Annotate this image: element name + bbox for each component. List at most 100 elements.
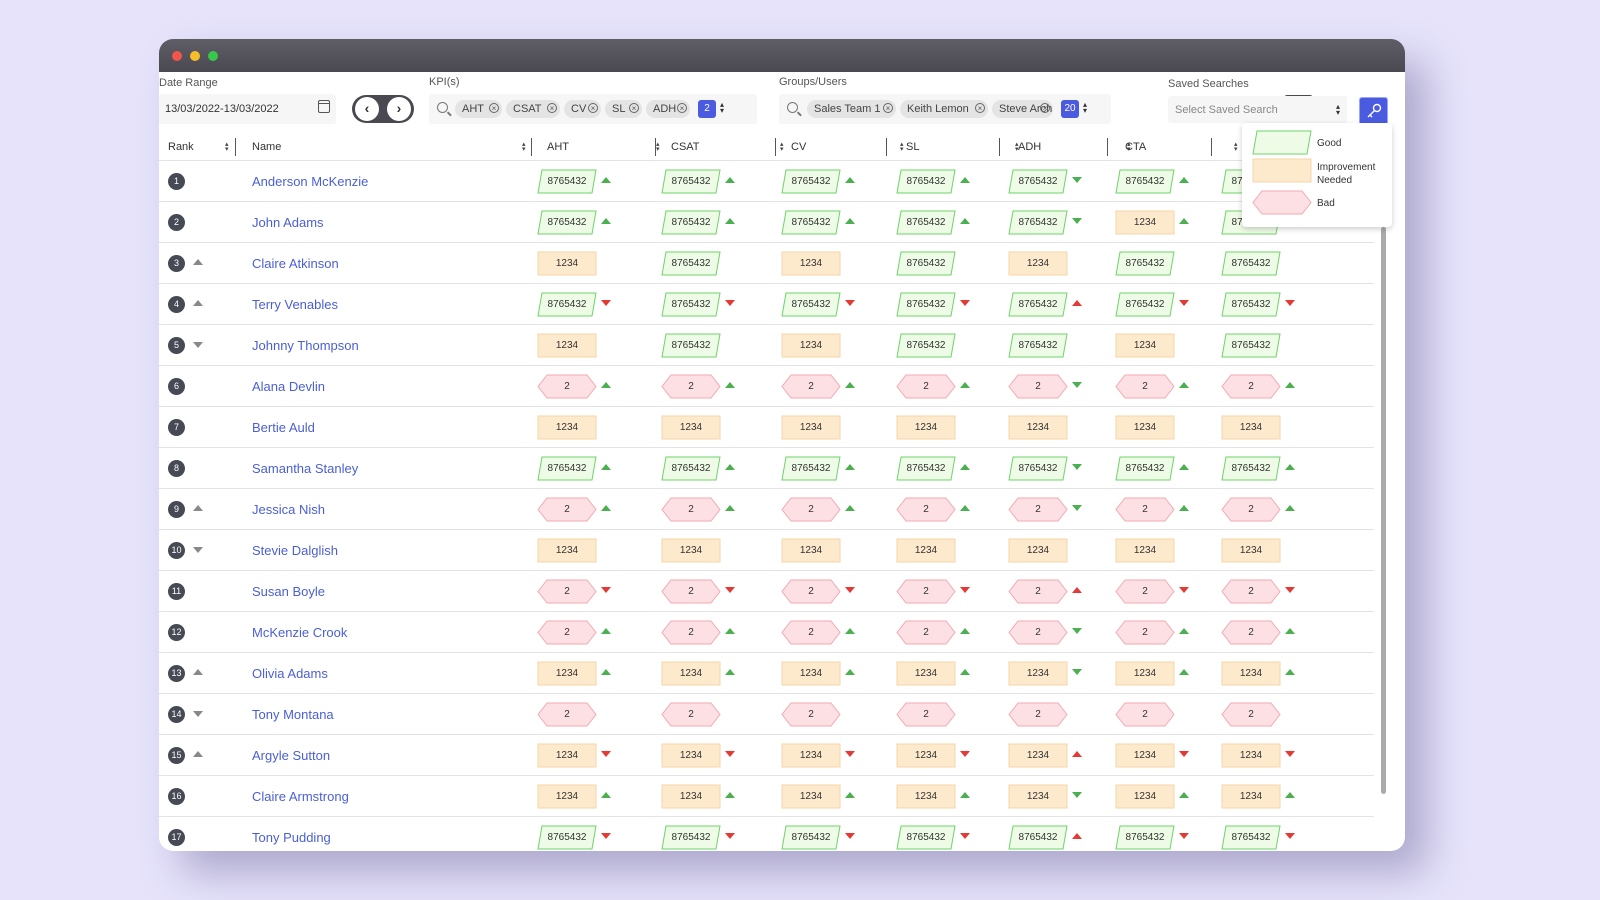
kpi-cell-good[interactable]: 8765432 bbox=[896, 825, 956, 850]
table-row[interactable]: 8 Samantha Stanley 8765432 8765432 8765432 87… bbox=[159, 447, 1374, 489]
chip-remove-icon[interactable]: × bbox=[883, 103, 893, 113]
column-divider[interactable] bbox=[655, 138, 656, 156]
kpi-cell-improvement-needed[interactable]: 1234 bbox=[1008, 251, 1068, 276]
kpi-cell-good[interactable]: 8765432 bbox=[781, 169, 841, 194]
kpi-cell-bad[interactable]: 2 bbox=[896, 620, 956, 645]
table-row[interactable]: 2 John Adams 8765432 8765432 8765432 8765432 8… bbox=[159, 201, 1374, 243]
chip-remove-icon[interactable]: × bbox=[489, 103, 499, 113]
kpi-cell-improvement-needed[interactable]: 1234 bbox=[781, 743, 841, 768]
kpi-select[interactable]: AHT × CSAT × CV × SL × ADH × 2 ▴ ▾ bbox=[429, 94, 757, 124]
agent-name-link[interactable]: Tony Pudding bbox=[252, 830, 331, 845]
table-row[interactable]: 15 Argyle Sutton 1234 1234 1234 1234 1234 1234 1… bbox=[159, 734, 1374, 776]
kpi-cell-improvement-needed[interactable]: 1234 bbox=[1115, 210, 1175, 235]
kpi-cell-good[interactable]: 8765432 bbox=[1008, 456, 1068, 481]
kpi-cell-bad[interactable]: 2 bbox=[1221, 702, 1281, 727]
filter-chip[interactable]: CV × bbox=[564, 100, 601, 118]
sort-icon[interactable]: ▴ ▾ bbox=[225, 141, 229, 153]
kpi-cell-good[interactable]: 8765432 bbox=[896, 456, 956, 481]
kpi-cell-bad[interactable]: 2 bbox=[896, 497, 956, 522]
table-row[interactable]: 4 Terry Venables 8765432 8765432 8765432 8765… bbox=[159, 283, 1374, 325]
kpi-cell-improvement-needed[interactable]: 1234 bbox=[661, 538, 721, 563]
table-row[interactable]: 13 Olivia Adams 1234 1234 1234 1234 1234 1234 12… bbox=[159, 652, 1374, 694]
kpi-cell-improvement-needed[interactable]: 1234 bbox=[1115, 743, 1175, 768]
kpi-cell-bad[interactable]: 2 bbox=[781, 497, 841, 522]
table-row[interactable]: 12 McKenzie Crook 2 2 2 2 2 2 2 bbox=[159, 611, 1374, 653]
kpi-cell-good[interactable]: 8765432 bbox=[781, 825, 841, 850]
column-divider[interactable] bbox=[1107, 138, 1108, 156]
kpi-cell-improvement-needed[interactable]: 1234 bbox=[896, 743, 956, 768]
column-header-cta[interactable]: CTA bbox=[1125, 141, 1146, 153]
kpi-cell-improvement-needed[interactable]: 1234 bbox=[896, 415, 956, 440]
kpi-cell-improvement-needed[interactable]: 1234 bbox=[1221, 538, 1281, 563]
kpi-cell-good[interactable]: 8765432 bbox=[896, 333, 956, 358]
kpi-cell-bad[interactable]: 2 bbox=[1221, 497, 1281, 522]
column-divider[interactable] bbox=[531, 138, 532, 156]
kpi-cell-improvement-needed[interactable]: 1234 bbox=[537, 784, 597, 809]
kpi-cell-good[interactable]: 8765432 bbox=[1008, 292, 1068, 317]
kpi-cell-bad[interactable]: 2 bbox=[1221, 579, 1281, 604]
kpi-cell-improvement-needed[interactable]: 1234 bbox=[537, 415, 597, 440]
table-row[interactable]: 7 Bertie Auld 1234 1234 1234 1234 1234 1234 1234 bbox=[159, 406, 1374, 448]
kpi-cell-good[interactable]: 8765432 bbox=[1221, 456, 1281, 481]
agent-name-link[interactable]: Alana Devlin bbox=[252, 379, 325, 394]
chip-remove-icon[interactable]: × bbox=[547, 103, 557, 113]
filter-chip[interactable]: Keith Lemon × bbox=[900, 100, 988, 118]
table-row[interactable]: 17 Tony Pudding 8765432 8765432 8765432 87654… bbox=[159, 816, 1374, 851]
agent-name-link[interactable]: Samantha Stanley bbox=[252, 461, 358, 476]
column-header-cv[interactable]: CV bbox=[791, 141, 806, 153]
kpi-cell-bad[interactable]: 2 bbox=[1115, 374, 1175, 399]
filter-chip[interactable]: SL × bbox=[605, 100, 642, 118]
kpi-cell-bad[interactable]: 2 bbox=[781, 374, 841, 399]
kpi-cell-bad[interactable]: 2 bbox=[781, 620, 841, 645]
kpi-cell-bad[interactable]: 2 bbox=[1115, 497, 1175, 522]
kpi-cell-improvement-needed[interactable]: 1234 bbox=[537, 251, 597, 276]
column-header-name[interactable]: Name bbox=[252, 141, 281, 153]
kpi-cell-good[interactable]: 8765432 bbox=[537, 292, 597, 317]
kpi-cell-bad[interactable]: 2 bbox=[781, 702, 841, 727]
kpi-cell-improvement-needed[interactable]: 1234 bbox=[781, 333, 841, 358]
agent-name-link[interactable]: Bertie Auld bbox=[252, 420, 315, 435]
select-arrows-icon[interactable]: ▴ ▾ bbox=[720, 101, 724, 115]
kpi-cell-improvement-needed[interactable]: 1234 bbox=[661, 784, 721, 809]
select-arrows-icon[interactable]: ▴ ▾ bbox=[1083, 101, 1087, 115]
kpi-cell-improvement-needed[interactable]: 1234 bbox=[1115, 538, 1175, 563]
table-row[interactable]: 9 Jessica Nish 2 2 2 2 2 2 2 bbox=[159, 488, 1374, 530]
kpi-cell-good[interactable]: 8765432 bbox=[781, 456, 841, 481]
table-row[interactable]: 10 Stevie Dalglish 1234 1234 1234 1234 1234 123… bbox=[159, 529, 1374, 571]
kpi-cell-improvement-needed[interactable]: 1234 bbox=[1008, 661, 1068, 686]
kpi-cell-good[interactable]: 8765432 bbox=[1115, 825, 1175, 850]
kpi-cell-good[interactable]: 8765432 bbox=[1008, 333, 1068, 358]
kpi-cell-improvement-needed[interactable]: 1234 bbox=[1115, 661, 1175, 686]
filter-chip[interactable]: CSAT × bbox=[506, 100, 560, 118]
kpi-cell-good[interactable]: 8765432 bbox=[1221, 333, 1281, 358]
agent-name-link[interactable]: Johnny Thompson bbox=[252, 338, 359, 353]
kpi-cell-improvement-needed[interactable]: 1234 bbox=[1008, 784, 1068, 809]
kpi-cell-bad[interactable]: 2 bbox=[661, 702, 721, 727]
sort-icon[interactable]: ▴ ▾ bbox=[522, 141, 526, 153]
agent-name-link[interactable]: Tony Montana bbox=[252, 707, 334, 722]
kpi-cell-improvement-needed[interactable]: 1234 bbox=[896, 538, 956, 563]
kpi-cell-good[interactable]: 8765432 bbox=[661, 825, 721, 850]
table-row[interactable]: 16 Claire Armstrong 1234 1234 1234 1234 1234 12… bbox=[159, 775, 1374, 817]
kpi-cell-improvement-needed[interactable]: 1234 bbox=[1221, 743, 1281, 768]
saved-search-select[interactable]: Select Saved Search ▴ ▾ bbox=[1168, 96, 1347, 123]
kpi-cell-good[interactable]: 8765432 bbox=[896, 169, 956, 194]
kpi-cell-good[interactable]: 8765432 bbox=[537, 210, 597, 235]
kpi-cell-good[interactable]: 8765432 bbox=[661, 456, 721, 481]
column-header-aht[interactable]: AHT bbox=[547, 141, 569, 153]
kpi-cell-good[interactable]: 8765432 bbox=[537, 169, 597, 194]
kpi-cell-bad[interactable]: 2 bbox=[1008, 374, 1068, 399]
column-header-adh[interactable]: ADH bbox=[1018, 141, 1041, 153]
table-row[interactable]: 1 Anderson McKenzie 8765432 8765432 8765432 8… bbox=[159, 160, 1374, 202]
kpi-cell-bad[interactable]: 2 bbox=[537, 579, 597, 604]
chevron-left-icon[interactable]: ‹ bbox=[355, 97, 379, 121]
chip-remove-icon[interactable]: × bbox=[629, 103, 639, 113]
chip-remove-icon[interactable]: × bbox=[975, 103, 985, 113]
kpi-cell-improvement-needed[interactable]: 1234 bbox=[1221, 784, 1281, 809]
kpi-cell-improvement-needed[interactable]: 1234 bbox=[661, 415, 721, 440]
table-row[interactable]: 11 Susan Boyle 2 2 2 2 2 2 2 bbox=[159, 570, 1374, 612]
kpi-cell-improvement-needed[interactable]: 1234 bbox=[1221, 661, 1281, 686]
kpi-cell-good[interactable]: 8765432 bbox=[781, 292, 841, 317]
kpi-cell-good[interactable]: 8765432 bbox=[1115, 292, 1175, 317]
agent-name-link[interactable]: McKenzie Crook bbox=[252, 625, 347, 640]
